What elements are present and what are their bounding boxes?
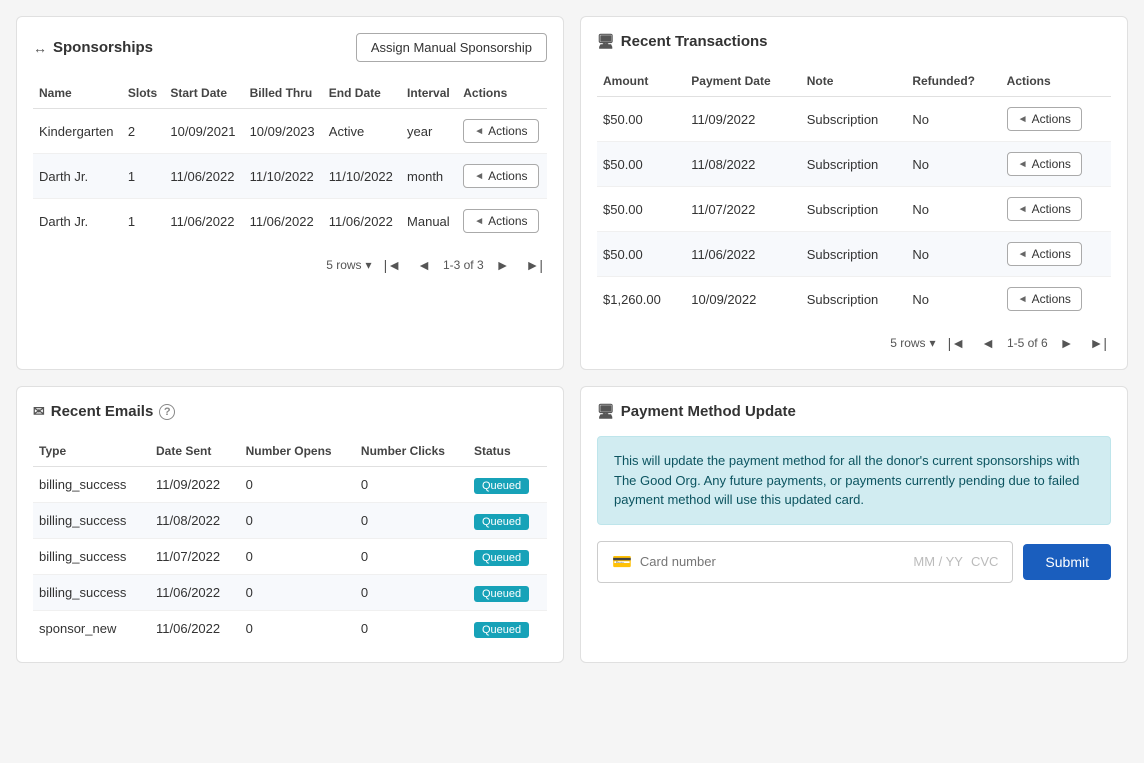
sponsorships-header: ↔ Sponsorships Assign Manual Sponsorship xyxy=(33,33,547,62)
status-badge: Queued xyxy=(474,586,529,602)
col-number-opens: Number Opens xyxy=(240,436,355,467)
col-date-sent: Date Sent xyxy=(150,436,240,467)
col-actions: Actions xyxy=(457,78,547,109)
sponsorships-pagination: 5 rows ▾ |◄ ◄ 1-3 of 3 ► ►| xyxy=(33,255,547,275)
col-refunded: Refunded? xyxy=(906,66,1000,97)
transactions-icon: 🖥 xyxy=(597,33,615,50)
col-type: Type xyxy=(33,436,150,467)
table-row: sponsor_new 11/06/2022 0 0 Queued xyxy=(33,611,547,647)
transactions-title: 🖥 Recent Transactions xyxy=(597,33,768,50)
sponsorships-panel: ↔ Sponsorships Assign Manual Sponsorship… xyxy=(16,16,564,370)
table-row: billing_success 11/08/2022 0 0 Queued xyxy=(33,503,547,539)
status-badge: Queued xyxy=(474,622,529,638)
page-info-tx: 1-5 of 6 xyxy=(1007,336,1048,350)
recent-emails-panel: ✉ Recent Emails ? Type Date Sent Number … xyxy=(16,386,564,663)
assign-manual-sponsorship-button[interactable]: Assign Manual Sponsorship xyxy=(356,33,547,62)
table-row: $50.00 11/06/2022 Subscription No Action… xyxy=(597,232,1111,277)
first-page-btn[interactable]: |◄ xyxy=(380,255,406,275)
status-badge: Queued xyxy=(474,550,529,566)
payment-header: 🖥 Payment Method Update xyxy=(597,403,1111,420)
col-actions: Actions xyxy=(1001,66,1111,97)
col-end-date: End Date xyxy=(323,78,401,109)
table-row: $50.00 11/09/2022 Subscription No Action… xyxy=(597,97,1111,142)
cvc-placeholder: CVC xyxy=(971,554,998,569)
actions-button[interactable]: Actions xyxy=(1007,242,1082,266)
col-amount: Amount xyxy=(597,66,685,97)
email-icon: ✉ xyxy=(33,403,45,420)
table-row: Darth Jr. 1 11/06/2022 11/10/2022 11/10/… xyxy=(33,154,547,199)
col-billed-thru: Billed Thru xyxy=(244,78,323,109)
credit-card-icon: 💳 xyxy=(612,552,632,572)
sponsorships-rows-select[interactable]: 5 rows ▾ xyxy=(326,258,371,272)
payment-info-box: This will update the payment method for … xyxy=(597,436,1111,525)
submit-button[interactable]: Submit xyxy=(1023,544,1111,580)
transactions-rows-select[interactable]: 5 rows ▾ xyxy=(890,336,935,350)
table-row: Darth Jr. 1 11/06/2022 11/06/2022 11/06/… xyxy=(33,199,547,244)
card-number-input[interactable] xyxy=(640,554,825,569)
emails-title: ✉ Recent Emails ? xyxy=(33,403,175,420)
table-row: billing_success 11/07/2022 0 0 Queued xyxy=(33,539,547,575)
next-page-btn[interactable]: ► xyxy=(492,255,514,275)
status-badge: Queued xyxy=(474,514,529,530)
first-page-btn-tx[interactable]: |◄ xyxy=(944,333,970,353)
actions-button[interactable]: Actions xyxy=(463,119,538,143)
sponsorships-table: Name Slots Start Date Billed Thru End Da… xyxy=(33,78,547,243)
transactions-header: 🖥 Recent Transactions xyxy=(597,33,1111,50)
col-start-date: Start Date xyxy=(164,78,243,109)
payment-icon: 🖥 xyxy=(597,403,615,420)
transactions-table: Amount Payment Date Note Refunded? Actio… xyxy=(597,66,1111,321)
last-page-btn-tx[interactable]: ►| xyxy=(1086,333,1112,353)
last-page-btn[interactable]: ►| xyxy=(522,255,548,275)
status-badge: Queued xyxy=(474,478,529,494)
prev-page-btn-tx[interactable]: ◄ xyxy=(977,333,999,353)
actions-button[interactable]: Actions xyxy=(463,209,538,233)
emails-header: ✉ Recent Emails ? xyxy=(33,403,547,420)
actions-button[interactable]: Actions xyxy=(1007,287,1082,311)
table-row: $1,260.00 10/09/2022 Subscription No Act… xyxy=(597,277,1111,322)
payment-title: 🖥 Payment Method Update xyxy=(597,403,796,420)
next-page-btn-tx[interactable]: ► xyxy=(1056,333,1078,353)
card-number-field[interactable]: 💳 MM / YY CVC xyxy=(597,541,1013,583)
col-note: Note xyxy=(801,66,907,97)
actions-button[interactable]: Actions xyxy=(1007,107,1082,131)
card-input-row: 💳 MM / YY CVC Submit xyxy=(597,541,1111,583)
table-row: billing_success 11/09/2022 0 0 Queued xyxy=(33,467,547,503)
col-number-clicks: Number Clicks xyxy=(355,436,468,467)
payment-method-panel: 🖥 Payment Method Update This will update… xyxy=(580,386,1128,663)
actions-button[interactable]: Actions xyxy=(463,164,538,188)
col-name: Name xyxy=(33,78,122,109)
col-interval: Interval xyxy=(401,78,457,109)
emails-table: Type Date Sent Number Opens Number Click… xyxy=(33,436,547,646)
page-info: 1-3 of 3 xyxy=(443,258,484,272)
actions-button[interactable]: Actions xyxy=(1007,197,1082,221)
table-row: Kindergarten 2 10/09/2021 10/09/2023 Act… xyxy=(33,109,547,154)
col-slots: Slots xyxy=(122,78,165,109)
col-status: Status xyxy=(468,436,547,467)
sponsorships-icon: ↔ xyxy=(33,40,47,56)
col-payment-date: Payment Date xyxy=(685,66,800,97)
actions-button[interactable]: Actions xyxy=(1007,152,1082,176)
table-row: $50.00 11/07/2022 Subscription No Action… xyxy=(597,187,1111,232)
sponsorships-title: ↔ Sponsorships xyxy=(33,39,153,56)
help-icon[interactable]: ? xyxy=(159,404,175,420)
recent-transactions-panel: 🖥 Recent Transactions Amount Payment Dat… xyxy=(580,16,1128,370)
transactions-pagination: 5 rows ▾ |◄ ◄ 1-5 of 6 ► ►| xyxy=(597,333,1111,353)
table-row: billing_success 11/06/2022 0 0 Queued xyxy=(33,575,547,611)
prev-page-btn[interactable]: ◄ xyxy=(413,255,435,275)
mm-yy-placeholder: MM / YY xyxy=(913,554,963,569)
table-row: $50.00 11/08/2022 Subscription No Action… xyxy=(597,142,1111,187)
